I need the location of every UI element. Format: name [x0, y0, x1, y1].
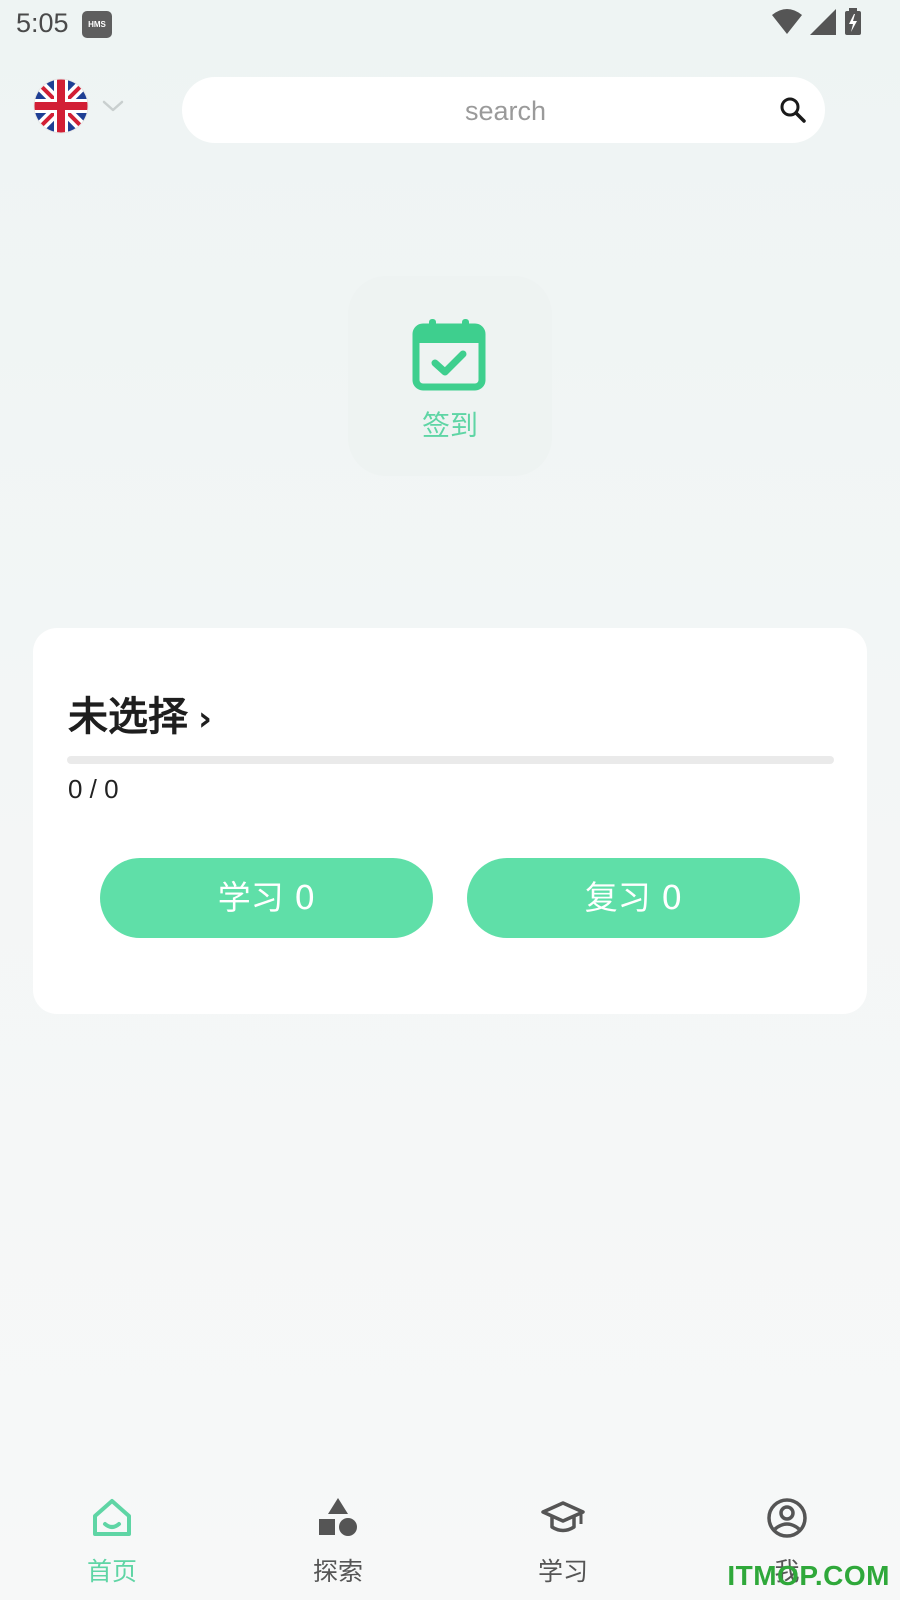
- chevron-right-icon: ›: [198, 699, 213, 739]
- home-icon: [93, 1499, 131, 1536]
- book-selector[interactable]: 未选择 ›: [68, 684, 212, 742]
- status-bar: 5:05 HMS: [0, 0, 900, 50]
- checkin-button[interactable]: 签到: [348, 276, 552, 476]
- nav-label-learn: 学习: [537, 1557, 588, 1586]
- uk-flag-icon: [33, 78, 89, 134]
- checkin-label: 签到: [421, 409, 478, 442]
- learn-button[interactable]: 学习 0: [100, 858, 433, 938]
- graduation-cap-icon: [541, 1501, 585, 1533]
- search-icon[interactable]: [779, 96, 807, 124]
- status-time: 5:05: [16, 8, 69, 38]
- nav-item-home[interactable]: 首页: [22, 1478, 202, 1600]
- nav-label-explore: 探索: [312, 1557, 363, 1586]
- battery-charging-icon: [845, 8, 861, 35]
- book-title: 未选择: [68, 694, 188, 740]
- hms-badge: HMS: [82, 11, 112, 38]
- language-selector[interactable]: [33, 78, 133, 136]
- signal-icon: [810, 9, 836, 35]
- status-icons: [772, 8, 862, 36]
- search-input[interactable]: [182, 77, 829, 145]
- shapes-icon: [319, 1498, 357, 1536]
- calendar-check-icon: [412, 319, 486, 391]
- study-card: 未选择 › 0 / 0 学习 0 复习 0: [33, 628, 867, 1014]
- progress-bar: [67, 756, 834, 764]
- progress-text: 0 / 0: [68, 774, 119, 804]
- nav-item-explore[interactable]: 探索: [248, 1478, 428, 1600]
- watermark: ITMOP.COM: [727, 1560, 890, 1591]
- wifi-icon: [772, 9, 802, 34]
- nav-item-learn[interactable]: 学习: [473, 1478, 653, 1600]
- search-bar[interactable]: [182, 77, 829, 145]
- user-circle-icon: [767, 1498, 807, 1538]
- review-button[interactable]: 复习 0: [467, 858, 800, 938]
- chevron-down-icon: [102, 100, 124, 112]
- nav-label-home: 首页: [86, 1557, 137, 1586]
